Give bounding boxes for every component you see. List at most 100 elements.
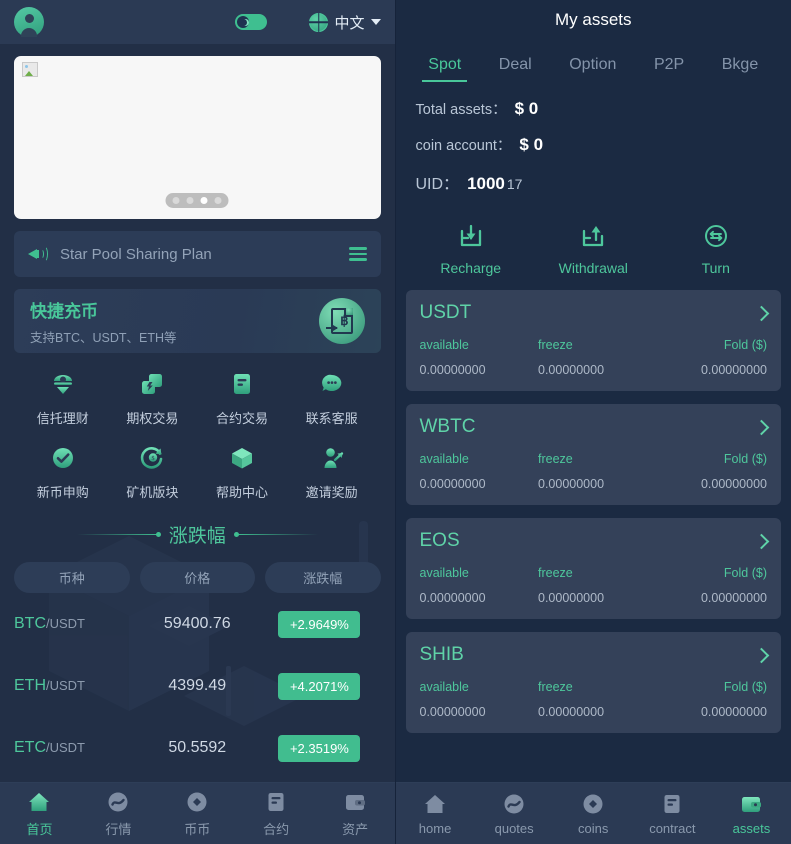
feature-label: 邀请奖励 [305,485,358,500]
feature-label: 矿机版块 [126,485,179,500]
tab-option[interactable]: Option [569,56,616,82]
announcement-text: Star Pool Sharing Plan [60,245,212,263]
recharge-button[interactable]: Recharge [410,221,533,276]
uid-suffix: 17 [506,176,523,192]
banner-carousel[interactable] [14,56,381,219]
tab-label: coins [578,821,609,836]
market-change: +4.2071% [258,672,380,700]
help-center-icon [227,443,257,473]
sidebar-item-assets[interactable]: 资产 [316,789,395,838]
fold-value: 0.00000000 [700,705,767,719]
available-label: available [419,566,469,580]
asset-card-shib[interactable]: SHIB available freeze Fold ($) 0.0000000… [405,632,781,733]
feature-options-trading[interactable]: 期权交易 [108,369,198,427]
coins-icon [184,789,210,815]
bitcoin-deposit-icon: ฿ [318,298,365,344]
action-label: Recharge [440,260,502,276]
table-row[interactable]: BTC/USDT 59400.76 +2.9649% [14,593,381,655]
sidebar-item-quotes[interactable]: quotes [475,791,554,836]
carousel-dot-active[interactable] [200,197,208,204]
header-line-left [76,532,161,537]
quotes-icon [501,791,527,817]
market-pair: ETC/USDT [14,739,136,757]
asset-card-eos[interactable]: EOS available freeze Fold ($) 0.00000000… [405,518,781,619]
tab-spot[interactable]: Spot [422,56,468,82]
feature-label: 帮助中心 [216,485,269,500]
menu-icon[interactable] [348,247,367,261]
feature-new-coin-subscription[interactable]: 新币申购 [18,443,108,501]
sidebar-item-coins[interactable]: 币币 [158,789,237,838]
feature-invite-reward[interactable]: 邀请奖励 [287,443,377,501]
new-coin-subscription-icon [48,443,78,473]
sidebar-item-home[interactable]: home [396,791,475,836]
market-col-price[interactable]: 价格 [139,562,255,593]
fold-value: 0.00000000 [700,477,767,491]
table-row[interactable]: ETH/USDT 4399.49 +4.2071% [14,655,381,717]
asset-card-header: WBTC [420,416,770,438]
carousel-dots[interactable] [165,193,229,208]
feature-grid: 信托理财 期权交易 合约交易 联系客服 新币申购 $ 矿机版块 帮助中心 邀请奖… [14,369,381,501]
chevron-right-icon[interactable] [753,419,770,435]
feature-label: 信托理财 [36,411,89,426]
dark-mode-toggle[interactable] [235,14,268,30]
sidebar-item-contract[interactable]: 合约 [237,789,316,838]
withdrawal-button[interactable]: Withdrawal [532,221,655,276]
fold-label: Fold ($) [723,452,767,466]
feature-label: 期权交易 [126,411,179,426]
quick-deposit-title: 快捷充币 [30,301,98,321]
feature-help-center[interactable]: 帮助中心 [197,443,287,501]
available-label: available [419,680,469,694]
feature-customer-service[interactable]: 联系客服 [287,369,377,427]
sidebar-item-coins[interactable]: coins [554,791,633,836]
page-title: My assets [554,10,632,29]
globe-icon [309,12,329,32]
market-rows: BTC/USDT 59400.76 +2.9649% ETH/USDT 4399… [14,593,381,779]
carousel-dot[interactable] [186,197,194,204]
coin-account-value: $ 0 [519,135,544,154]
turn-button[interactable]: Turn [655,221,778,276]
available-value: 0.00000000 [419,477,486,491]
coin-account-row: coin account： $ 0 [416,134,772,155]
uid-row: UID： 1000 17 [416,170,772,194]
customer-service-icon [317,369,347,399]
change-badge: +2.9649% [278,610,361,638]
language-selector[interactable]: 中文 [309,12,381,33]
announcement-bar[interactable]: Star Pool Sharing Plan [14,231,381,277]
assets-icon [342,789,368,815]
options-trading-icon [137,369,167,399]
sidebar-item-contract[interactable]: contract [633,791,712,836]
market-col-change[interactable]: 涨跌幅 [265,562,381,593]
chevron-right-icon[interactable] [753,533,770,549]
invite-reward-icon [317,443,347,473]
feature-mining-machine[interactable]: $ 矿机版块 [108,443,198,501]
feature-contract-trading[interactable]: 合约交易 [197,369,287,427]
market-title: 涨跌幅 [168,526,226,547]
total-assets-label: Total assets： [415,102,507,118]
quick-deposit-card[interactable]: 快捷充币 支持BTC、USDT、ETH等 ฿ [14,289,381,353]
tab-deal[interactable]: Deal [499,56,532,82]
asset-card-usdt[interactable]: USDT available freeze Fold ($) 0.0000000… [405,290,781,391]
chevron-right-icon[interactable] [753,305,770,321]
tab-label: 币币 [184,822,211,837]
mining-machine-icon: $ [137,443,167,473]
tab-p2p[interactable]: P2P [654,56,684,82]
sidebar-item-quotes[interactable]: 行情 [79,789,158,838]
chevron-right-icon[interactable] [753,647,770,663]
available-label: available [419,452,469,466]
table-row[interactable]: ETC/USDT 50.5592 +2.3519% [14,717,381,779]
carousel-dot[interactable] [172,197,180,204]
language-label: 中文 [334,14,365,32]
sidebar-item-assets[interactable]: assets [712,791,791,836]
sidebar-item-home[interactable]: 首页 [0,789,79,838]
avatar[interactable] [14,7,44,37]
carousel-dot[interactable] [214,197,222,204]
feature-label: 新币申购 [36,485,89,500]
feature-trust-finance[interactable]: 信托理财 [18,369,108,427]
asset-symbol: SHIB [419,644,464,665]
asset-actions: Recharge Withdrawal Turn [396,215,791,290]
quick-deposit-texts: 快捷充币 支持BTC、USDT、ETH等 [30,297,319,346]
market-col-symbol[interactable]: 币种 [14,562,130,593]
fold-value: 0.00000000 [700,363,767,377]
asset-card-wbtc[interactable]: WBTC available freeze Fold ($) 0.0000000… [405,404,781,505]
tab-bkge[interactable]: Bkge [722,56,758,82]
